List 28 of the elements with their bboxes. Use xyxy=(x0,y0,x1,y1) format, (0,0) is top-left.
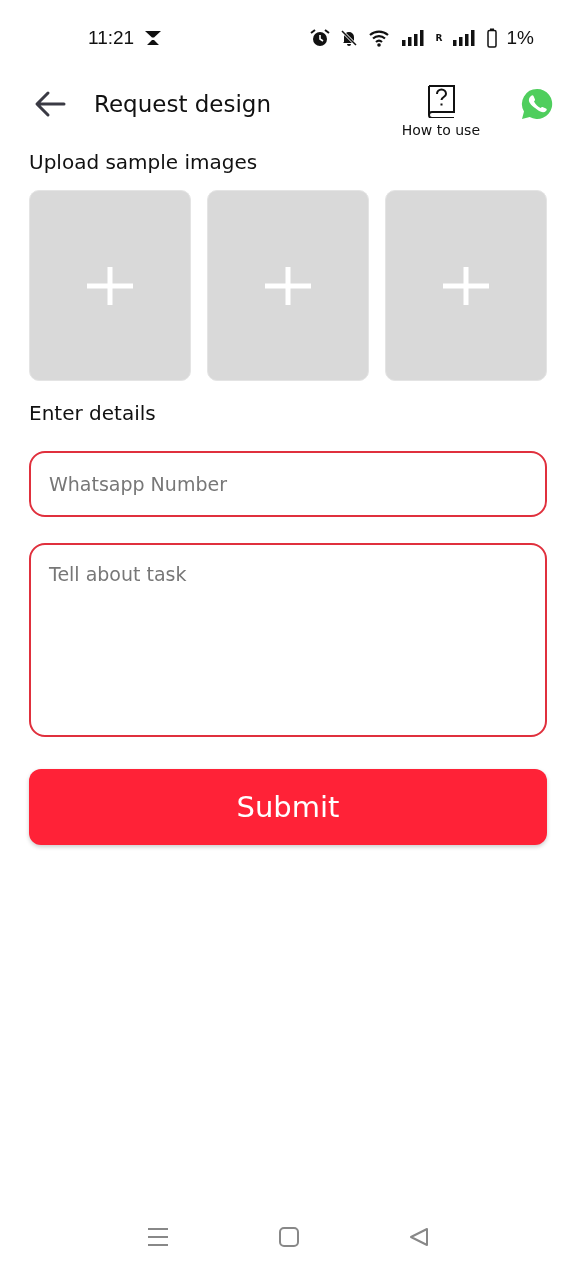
input-field[interactable]: Whatsapp Number xyxy=(29,451,547,517)
section-heading: Enter details xyxy=(29,401,157,425)
roaming-indicator: R xyxy=(435,33,443,43)
back-arrow-icon[interactable] xyxy=(34,90,66,118)
help-book-icon xyxy=(425,84,456,118)
status-time: 11:21 xyxy=(88,27,135,49)
back-icon[interactable] xyxy=(409,1227,429,1247)
battery-icon xyxy=(486,28,497,48)
hourglass-icon xyxy=(144,30,163,46)
battery-percent: 1% xyxy=(506,27,534,49)
page-title: Request design xyxy=(94,91,272,117)
signal-icon xyxy=(401,30,426,46)
plus-icon xyxy=(263,264,313,307)
bell-muted-icon xyxy=(339,29,358,47)
signal-icon xyxy=(452,30,477,46)
home-icon[interactable] xyxy=(279,1227,299,1247)
alarm-icon xyxy=(309,28,330,48)
menu-icon[interactable] xyxy=(147,1227,169,1247)
how-to-use-button[interactable]: How to use xyxy=(401,84,480,138)
image-upload-tile[interactable] xyxy=(385,190,547,381)
section-heading: Upload sample images xyxy=(29,150,259,174)
submit-button[interactable]: Submit xyxy=(29,769,547,845)
whatsapp-icon[interactable] xyxy=(520,87,554,121)
image-upload-tile[interactable] xyxy=(207,190,369,381)
input-field[interactable]: Tell about task xyxy=(29,543,547,737)
plus-icon xyxy=(441,264,491,307)
plus-icon xyxy=(85,264,135,307)
image-upload-tile[interactable] xyxy=(29,190,191,381)
